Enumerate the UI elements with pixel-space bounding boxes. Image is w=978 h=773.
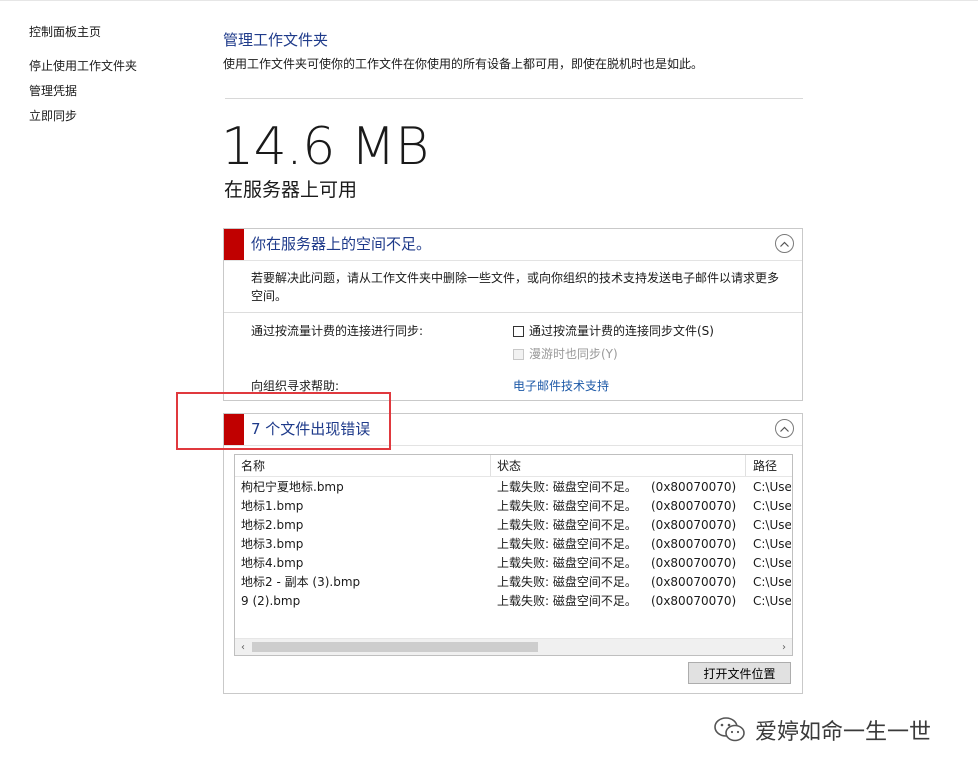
checkbox-box	[513, 348, 524, 360]
cell-status: 上载失败: 磁盘空间不足。	[497, 575, 637, 589]
table-row[interactable]: 地标4.bmp 上载失败: 磁盘空间不足。 (0x80070070) C:\Users	[235, 554, 792, 573]
cell-status: 上载失败: 磁盘空间不足。	[497, 499, 637, 513]
cell-error-code: (0x80070070)	[651, 556, 737, 570]
scroll-left-arrow-icon[interactable]: ‹	[235, 639, 251, 655]
table-row[interactable]: 地标2.bmp 上载失败: 磁盘空间不足。 (0x80070070) C:\Users	[235, 516, 792, 535]
sidebar-item-sync-now[interactable]: 立即同步	[29, 108, 209, 124]
sidebar-item-manage-credentials[interactable]: 管理凭据	[29, 83, 209, 99]
table-row[interactable]: 地标2 - 副本 (3).bmp 上载失败: 磁盘空间不足。 (0x80070070…	[235, 573, 792, 592]
cell-path: C:\Users	[753, 575, 791, 589]
watermark: 爱婷如命一生一世	[713, 714, 931, 746]
cell-status: 上载失败: 磁盘空间不足。	[497, 556, 637, 570]
list-rows: 枸杞宁夏地标.bmp 上载失败: 磁盘空间不足。 (0x80070070) C:\Us…	[235, 478, 792, 611]
error-file-list[interactable]: 名称 状态 路径 枸杞宁夏地标.bmp 上载失败: 磁盘空间不足。 (0x80070…	[234, 454, 793, 656]
sidebar-item-control-panel-home[interactable]: 控制面板主页	[29, 24, 209, 40]
metered-sync-checkbox-label: 通过按流量计费的连接同步文件(S)	[529, 324, 714, 338]
file-errors-panel: 7 个文件出现错误 名称 状态 路径 枸杞宁夏地标.bmp 上载失败: 磁盘空间不…	[223, 413, 803, 694]
checkbox-box	[513, 325, 524, 337]
cell-error-code: (0x80070070)	[651, 537, 737, 551]
cell-path: C:\Users	[753, 537, 791, 551]
cell-error-code: (0x80070070)	[651, 575, 737, 589]
watermark-text: 爱婷如命一生一世	[755, 720, 932, 745]
cell-status: 上载失败: 磁盘空间不足。	[497, 594, 637, 608]
metered-sync-label: 通过按流量计费的连接进行同步:	[251, 324, 424, 338]
cell-error-code: (0x80070070)	[651, 518, 737, 532]
cell-name: 地标4.bmp	[241, 556, 304, 570]
top-border	[0, 0, 978, 1]
page-description: 使用工作文件夹可使你的工作文件在你使用的所有设备上都可用，即使在脱机时也是如此。	[223, 57, 704, 71]
collapse-button[interactable]	[775, 234, 794, 253]
column-separator[interactable]	[490, 455, 491, 476]
scrollbar-thumb[interactable]	[252, 642, 538, 652]
space-warning-body: 若要解决此问题，请从工作文件夹中删除一些文件，或向你组织的技术支持发送电子邮件以…	[251, 271, 780, 303]
cell-status: 上载失败: 磁盘空间不足。	[497, 518, 637, 532]
table-row[interactable]: 地标3.bmp 上载失败: 磁盘空间不足。 (0x80070070) C:\Users	[235, 535, 792, 554]
cell-name: 地标1.bmp	[241, 499, 304, 513]
table-row[interactable]: 地标1.bmp 上载失败: 磁盘空间不足。 (0x80070070) C:\Users	[235, 497, 792, 516]
cell-name: 地标2 - 副本 (3).bmp	[241, 575, 361, 589]
column-header-path[interactable]: 路径	[753, 458, 777, 474]
roaming-sync-checkbox[interactable]: 漫游时也同步(Y)	[513, 346, 618, 362]
header-divider	[225, 98, 803, 99]
column-header-name[interactable]: 名称	[241, 458, 265, 474]
cell-name: 地标3.bmp	[241, 537, 304, 551]
cell-path: C:\Users	[753, 480, 791, 494]
annotation-highlight-box	[176, 392, 391, 450]
list-header: 名称 状态 路径	[235, 455, 792, 477]
space-warning-title: 你在服务器上的空间不足。	[251, 235, 432, 253]
sidebar-item-stop-work-folders[interactable]: 停止使用工作文件夹	[29, 58, 209, 74]
error-marker	[224, 229, 244, 260]
table-row[interactable]: 9 (2).bmp 上载失败: 磁盘空间不足。 (0x80070070) C:\Use…	[235, 592, 792, 611]
email-support-link[interactable]: 电子邮件技术支持	[513, 378, 609, 394]
space-warning-header: 你在服务器上的空间不足。	[224, 229, 802, 261]
collapse-button[interactable]	[775, 419, 794, 438]
chevron-up-icon	[780, 426, 789, 432]
horizontal-scrollbar[interactable]: ‹ ›	[235, 638, 792, 655]
cell-error-code: (0x80070070)	[651, 594, 737, 608]
table-row[interactable]: 枸杞宁夏地标.bmp 上载失败: 磁盘空间不足。 (0x80070070) C:\Us…	[235, 478, 792, 497]
cell-path: C:\Users	[753, 518, 791, 532]
cell-path: C:\Users	[753, 594, 791, 608]
cell-name: 9 (2).bmp	[241, 594, 301, 608]
column-separator[interactable]	[745, 455, 746, 476]
metered-sync-checkbox[interactable]: 通过按流量计费的连接同步文件(S)	[513, 323, 714, 339]
column-header-status[interactable]: 状态	[497, 458, 521, 474]
available-size: 14.6 MB	[221, 117, 429, 177]
cell-path: C:\Users	[753, 499, 791, 513]
scroll-right-arrow-icon[interactable]: ›	[776, 639, 792, 655]
open-file-location-button[interactable]: 打开文件位置	[688, 662, 791, 684]
chevron-up-icon	[780, 241, 789, 247]
panel-divider	[224, 312, 802, 313]
cell-status: 上载失败: 磁盘空间不足。	[497, 537, 637, 551]
cell-error-code: (0x80070070)	[651, 480, 737, 494]
wechat-logo-icon	[714, 717, 745, 742]
cell-name: 枸杞宁夏地标.bmp	[241, 480, 344, 494]
page-title: 管理工作文件夹	[223, 31, 329, 49]
roaming-sync-checkbox-label: 漫游时也同步(Y)	[529, 347, 618, 361]
space-warning-panel: 你在服务器上的空间不足。 若要解决此问题，请从工作文件夹中删除一些文件，或向你组…	[223, 228, 803, 401]
cell-name: 地标2.bmp	[241, 518, 304, 532]
cell-path: C:\Users	[753, 556, 791, 570]
sidebar: 控制面板主页 停止使用工作文件夹 管理凭据 立即同步	[29, 24, 209, 124]
header: 管理工作文件夹 使用工作文件夹可使你的工作文件在你使用的所有设备上都可用，即使在…	[223, 30, 803, 72]
available-size-caption: 在服务器上可用	[224, 179, 358, 201]
cell-status: 上载失败: 磁盘空间不足。	[497, 480, 637, 494]
cell-error-code: (0x80070070)	[651, 499, 737, 513]
